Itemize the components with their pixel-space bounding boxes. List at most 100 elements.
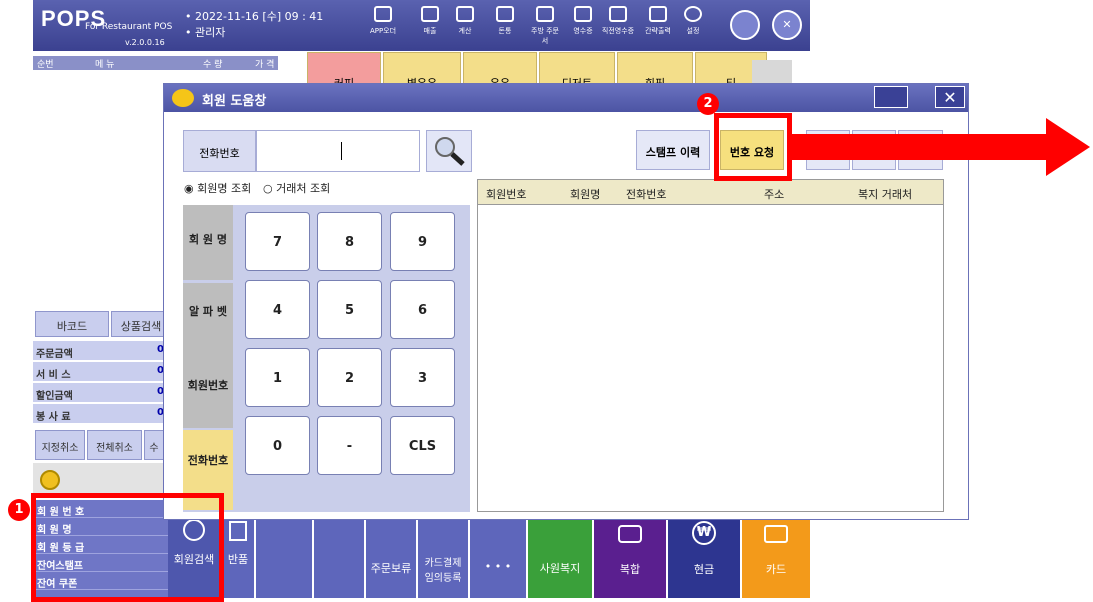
dialog-close-button[interactable]: ✕ [935, 86, 965, 108]
brief-print-label: 간략출력 [645, 27, 671, 35]
highlight-box-1 [31, 493, 224, 602]
cash-drawer-button[interactable]: 돈통 [488, 4, 522, 48]
key-5[interactable]: 5 [317, 280, 382, 339]
col-seq: 순번 [37, 60, 54, 70]
printer-icon [609, 6, 627, 22]
col-member-name: 회원명 [570, 188, 601, 201]
key-3[interactable]: 3 [390, 348, 455, 407]
app-icon [374, 6, 392, 22]
version-label: v.2.0.0.16 [125, 38, 165, 47]
service-fee-label: 봉 사 료 [36, 412, 71, 423]
side-tab-member-name[interactable]: 회 원 명 [183, 205, 233, 280]
red-arrow-icon [790, 118, 1090, 176]
last-receipt-label: 직전영수증 [601, 27, 635, 35]
col-qty: 수 량 [203, 60, 223, 70]
combined-label: 복합 [619, 563, 641, 576]
card-label: 카드 [765, 563, 787, 576]
all-cancel-button[interactable]: 전체취소 [87, 430, 142, 460]
key-9[interactable]: 9 [390, 212, 455, 271]
radio-member-name[interactable]: ◉ 회원명 조회 [184, 180, 251, 196]
key-4[interactable]: 4 [245, 280, 310, 339]
brief-print-button[interactable]: 간략출력 [641, 4, 675, 48]
calculator-icon [456, 6, 474, 22]
exit-button[interactable]: ✕ [772, 10, 802, 40]
app-order-button[interactable]: APP오더 [366, 4, 400, 48]
print-x-icon [649, 6, 667, 22]
hold-order-button[interactable]: 주문보류 [366, 520, 416, 598]
app-order-label: APP오더 [369, 27, 397, 35]
receipt-label: 영수증 [573, 27, 593, 35]
total-order-row: 주문금액 0 [33, 341, 168, 361]
product-search-button[interactable]: 상품검색 [111, 311, 171, 337]
notice-icon [40, 470, 60, 490]
stamp-history-button[interactable]: 스탬프 이력 [636, 130, 710, 170]
won-icon: ₩ [692, 521, 716, 545]
key-7[interactable]: 7 [245, 212, 310, 271]
col-phone: 전화번호 [626, 188, 667, 201]
discount-label: 할인금액 [36, 391, 73, 402]
barcode-button[interactable]: 바코드 [35, 311, 109, 337]
search-icon [435, 137, 465, 166]
kitchen-order-label: 주방 주문서 [531, 27, 559, 45]
result-table-body [477, 205, 944, 512]
highlight-box-2 [714, 113, 792, 181]
receipt-icon [574, 6, 592, 22]
return-label: 반품 [227, 553, 249, 566]
key-2[interactable]: 2 [317, 348, 382, 407]
bottom-blank-button-1[interactable] [256, 520, 312, 598]
user-label: • 관리자 [185, 26, 226, 39]
radio-client[interactable]: ○ 거래처 조회 [263, 180, 330, 196]
col-price: 가 격 [255, 60, 275, 70]
datetime-label: • 2022-11-16 [수] 09 : 41 [185, 10, 324, 23]
order-list-header: 순번 메 뉴 수 량 가 격 [33, 56, 278, 70]
side-tab-alphabet[interactable]: 알 파 벳 [183, 283, 233, 358]
radio-client-label: 거래처 조회 [276, 182, 331, 195]
total-order-label: 주문금액 [36, 349, 73, 360]
calculator-button[interactable]: 계산 [448, 4, 482, 48]
step-badge-2: 2 [697, 93, 719, 115]
chat-icon [172, 89, 194, 107]
radio-member-label: 회원명 조회 [197, 182, 252, 195]
combined-icon [618, 525, 642, 543]
minimize-button[interactable] [730, 10, 760, 40]
step-badge-1: 1 [8, 499, 30, 521]
return-icon [229, 521, 247, 541]
chart-icon [421, 6, 439, 22]
col-welfare-client: 복지 거래처 [858, 188, 913, 201]
welfare-button[interactable]: 사원복지 [528, 520, 592, 598]
key-8[interactable]: 8 [317, 212, 382, 271]
settings-button[interactable]: 설정 [676, 4, 710, 48]
receipt-button[interactable]: 영수증 [566, 4, 600, 48]
top-bar: POPS For Restaurant POS v.2.0.0.16 • 202… [33, 0, 810, 51]
phone-input[interactable] [256, 130, 420, 172]
result-table-header: 회원번호 회원명 전화번호 주소 복지 거래처 [477, 179, 944, 205]
keyboard-icon[interactable] [874, 86, 908, 108]
kitchen-order-button[interactable]: 주방 주문서 [528, 4, 562, 48]
side-tab-member-number[interactable]: 회원번호 [183, 353, 233, 428]
cash-label: 현금 [693, 563, 715, 576]
chef-icon [536, 6, 554, 22]
key-0[interactable]: 0 [245, 416, 310, 475]
key-6[interactable]: 6 [390, 280, 455, 339]
card-icon [764, 525, 788, 543]
key-clear[interactable]: CLS [390, 416, 455, 475]
bottom-blank-button-2[interactable] [314, 520, 364, 598]
text-cursor [341, 142, 342, 160]
qty-button[interactable]: 수 [144, 430, 164, 460]
more-button[interactable]: • • • [470, 520, 526, 598]
service-row: 서 비 스0 [33, 362, 168, 382]
phone-field-label: 전화번호 [183, 130, 256, 172]
selected-cancel-button[interactable]: 지정취소 [35, 430, 85, 460]
sales-button[interactable]: 매출 [413, 4, 447, 48]
service-label: 서 비 스 [36, 370, 71, 381]
last-receipt-button[interactable]: 직전영수증 [601, 4, 635, 48]
dialog-title-bar: 회원 도움창 ✕ [164, 84, 968, 112]
discount-row: 할인금액 0 [33, 383, 168, 403]
service-fee-row: 봉 사 료0 [33, 404, 168, 424]
key-1[interactable]: 1 [245, 348, 310, 407]
key-dash[interactable]: - [317, 416, 382, 475]
cash-drawer-label: 돈통 [498, 27, 512, 35]
search-button[interactable] [426, 130, 472, 172]
logo-subtitle: For Restaurant POS [85, 22, 173, 32]
card-pay-register-button[interactable]: 카드결제 임의등록 [418, 520, 468, 598]
